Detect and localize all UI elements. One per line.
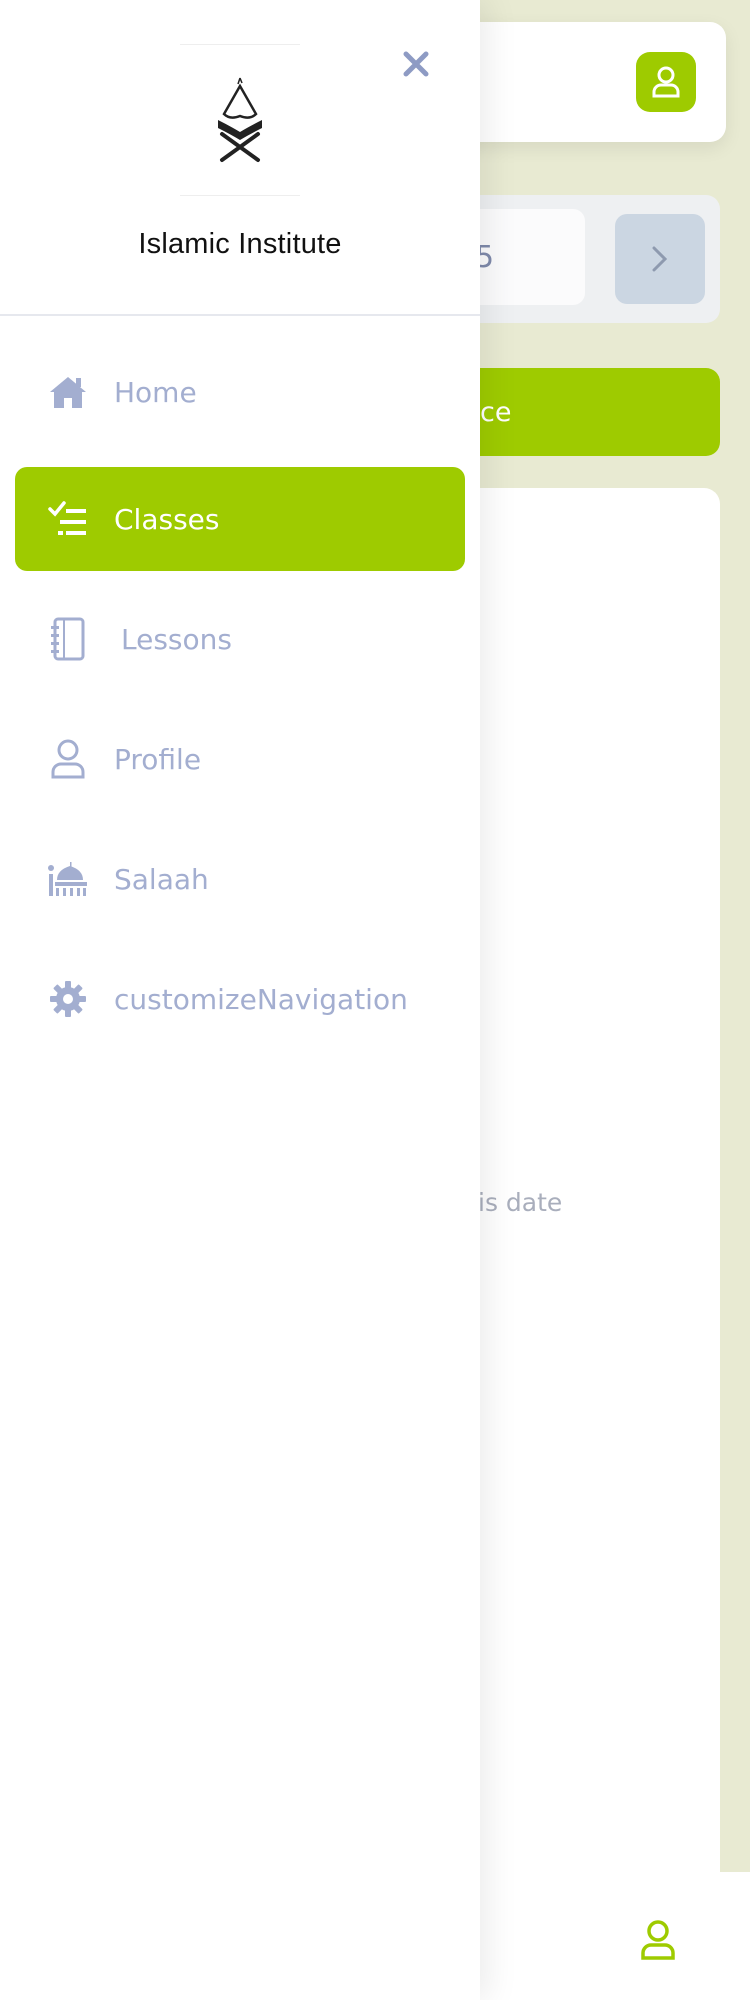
empty-state-text: is date [478,1188,563,1217]
quran-stand-logo-icon [218,77,262,162]
user-icon [641,1920,675,1960]
checklist-icon [43,494,93,544]
primary-action-label: ce [480,396,512,428]
nav-item-label: Profile [114,742,202,776]
close-drawer-button[interactable] [398,46,434,82]
nav-item-classes[interactable]: Classes [15,467,465,571]
nav-item-label: Classes [114,502,220,536]
nav-item-customize-navigation[interactable]: customizeNavigation [15,947,465,1051]
nav-item-label: Salaah [114,862,209,896]
next-date-button[interactable] [615,214,705,304]
mosque-icon [43,854,93,904]
institute-name: Islamic Institute [138,228,342,260]
user-icon [43,734,93,784]
home-icon [43,367,93,417]
gear-icon [43,974,93,1024]
nav-item-home[interactable]: Home [15,340,465,444]
chevron-right-icon [652,246,668,272]
nav-item-label: Home [114,375,197,409]
navigation-drawer: Islamic Institute Home Classes Lessons P… [0,0,480,2000]
nav-item-salaah[interactable]: Salaah [15,827,465,931]
close-icon [403,51,429,77]
bottom-tab-profile[interactable] [640,1920,676,1964]
notebook-icon [43,614,93,664]
profile-button[interactable] [636,52,696,112]
nav-item-label: Lessons [121,622,232,656]
user-icon [652,66,680,98]
drawer-header: Islamic Institute [0,0,480,316]
institute-logo [180,44,300,196]
nav-item-profile[interactable]: Profile [15,707,465,811]
nav-item-lessons[interactable]: Lessons [15,587,465,691]
nav-item-label: customizeNavigation [114,982,408,1016]
